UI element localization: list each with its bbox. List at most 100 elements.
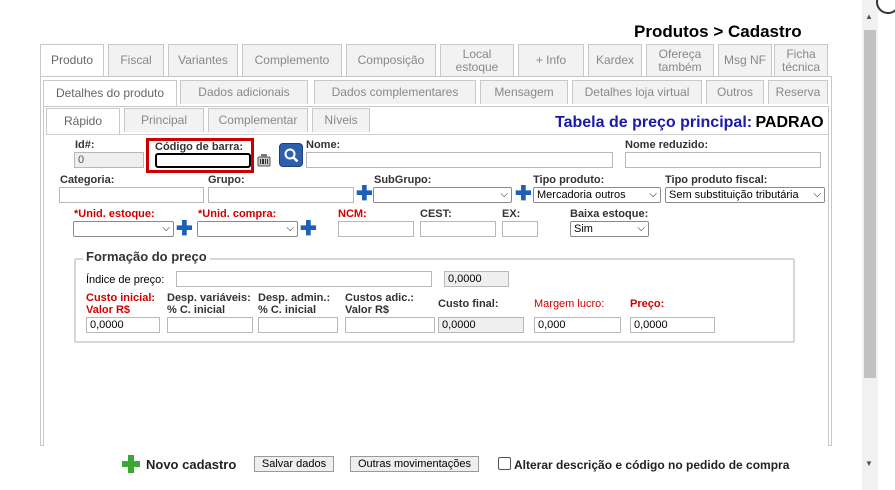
ncm-label: NCM: [338,208,367,220]
custo-final-value: 0,0000 [438,317,524,333]
tab-mensagem[interactable]: Mensagem [480,80,568,104]
page-title: Produtos > Cadastro [634,22,802,41]
tab-label: Outros [716,85,753,99]
barcode-label: Código de barra: [155,141,244,153]
tab-msg-nf[interactable]: Msg NF [718,44,772,76]
tipo-fiscal-value: Sem substituição tributária [669,189,799,201]
tab-label: Local estoque [455,46,499,74]
tab-mais-info[interactable]: + Info [518,44,584,76]
unid-compra-select[interactable]: ⌵ [197,221,298,237]
tab-detalhes-loja-virtual[interactable]: Detalhes loja virtual [572,80,702,104]
indice-label: Índice de preço: [86,274,165,286]
custos-adic-sublabel: Valor R$ [345,304,390,316]
tipo-produto-value: Mercadoria outros [537,189,626,201]
barcode-scanner-icon[interactable] [257,154,271,167]
scroll-down-icon[interactable]: ▼ [865,459,873,468]
tab-dados-adicionais[interactable]: Dados adicionais [180,80,308,104]
baixa-estoque-select[interactable]: Sim ⌵ [570,221,649,237]
tipo-fiscal-select[interactable]: Sem substituição tributária ⌵ [665,187,825,203]
chevron-down-icon: ⌵ [500,189,508,200]
desp-variaveis-input[interactable] [167,317,253,333]
search-icon[interactable] [279,143,303,167]
salvar-dados-button[interactable]: Salvar dados [254,456,334,472]
subgrupo-select[interactable]: ⌵ [373,187,512,203]
grupo-input[interactable] [208,187,354,203]
alterar-descricao-checkbox[interactable] [498,457,511,470]
tab-ofereca-tambem[interactable]: Ofereça também [646,44,714,76]
tipo-produto-select[interactable]: Mercadoria outros ⌵ [533,187,661,203]
add-unid-compra-icon[interactable]: ✚ [300,219,317,239]
tab-label: Fiscal [120,53,152,67]
scroll-up-icon[interactable]: ▲ [865,12,873,21]
tab-produto[interactable]: Produto [40,44,104,76]
tab-ficha-tecnica[interactable]: Ficha técnica [774,44,828,76]
desp-variaveis-label: Desp. variáveis: [167,292,251,304]
desp-admin-sublabel: % C. inicial [258,304,317,316]
custo-inicial-label: Custo inicial: [86,292,156,304]
categoria-input[interactable] [59,187,204,203]
tab-fiscal[interactable]: Fiscal [108,44,164,76]
tab-rapido[interactable]: Rápido [46,108,120,134]
tab-niveis[interactable]: Níveis [312,108,370,132]
margem-lucro-input[interactable]: 0,000 [534,317,621,333]
outras-movimentacoes-button[interactable]: Outras movimentações [350,456,479,472]
tab-kardex[interactable]: Kardex [588,44,642,76]
tab-label: Mensagem [494,85,554,99]
tab-label: Complemento [254,53,330,67]
price-table-value: PADRAO [755,114,824,131]
tab-label: Reserva [775,85,821,99]
tab-complementar[interactable]: Complementar [208,108,308,132]
scrollbar-thumb[interactable] [864,30,876,378]
ncm-input[interactable] [338,221,414,237]
cest-input[interactable] [420,221,496,237]
custo-inicial-sublabel: Valor R$ [86,304,131,316]
pricing-legend: Formação do preço [83,249,210,264]
subgrupo-label: SubGrupo: [374,174,432,186]
tab-local-estoque[interactable]: Local estoque [440,44,514,76]
tab-label: Níveis [324,113,358,127]
tab-detalhes-produto[interactable]: Detalhes do produto [43,80,177,106]
tab-composicao[interactable]: Composição [346,44,436,76]
tab-reserva[interactable]: Reserva [768,80,828,104]
add-subgrupo-icon[interactable]: ✚ [515,184,532,204]
tab-label: Detalhes loja virtual [584,85,690,99]
tab-variantes[interactable]: Variantes [168,44,238,76]
inner-tab-divider [46,134,829,135]
nome-input[interactable] [306,152,613,168]
ex-label: EX: [502,208,521,220]
barcode-input[interactable] [155,153,251,168]
custo-final-label: Custo final: [438,298,499,310]
unid-estoque-select[interactable]: ⌵ [73,221,174,237]
add-unid-estoque-icon[interactable]: ✚ [176,219,193,239]
nome-label: Nome: [306,139,341,151]
alterar-descricao-label: Alterar descrição e código no pedido de … [514,458,790,472]
baixa-estoque-label: Baixa estoque: [570,208,649,220]
close-icon[interactable] [876,0,895,14]
tab-label: Detalhes do produto [55,86,165,100]
margem-lucro-label: Margem lucro: [534,298,605,310]
tab-complemento[interactable]: Complemento [242,44,342,76]
categoria-label: Categoria: [60,174,115,186]
grupo-label: Grupo: [208,174,245,186]
preco-label: Preço: [630,298,665,310]
custos-adic-label: Custos adic.: [345,292,415,304]
custo-inicial-input[interactable]: 0,0000 [86,317,160,333]
unid-compra-label: *Unid. compra: [198,208,277,220]
ex-input[interactable] [502,221,538,237]
custos-adic-input[interactable] [345,317,435,333]
desp-admin-input[interactable] [258,317,338,333]
preco-input[interactable]: 0,0000 [630,317,715,333]
novo-cadastro-button[interactable]: Novo cadastro [146,457,236,472]
price-table-title: Tabela de preço principal: PADRAO [555,114,824,132]
tab-label: Complementar [218,113,298,127]
id-field[interactable]: 0 [74,152,144,168]
baixa-estoque-value: Sim [574,223,593,235]
add-icon[interactable] [122,455,140,473]
indice-input[interactable] [176,271,432,287]
nome-reduzido-input[interactable] [625,152,821,168]
tab-principal[interactable]: Principal [124,108,204,132]
id-label: Id#: [75,139,95,151]
tab-outros[interactable]: Outros [706,80,764,104]
tab-dados-complementares[interactable]: Dados complementares [314,80,476,104]
add-grupo-icon[interactable]: ✚ [356,184,373,204]
